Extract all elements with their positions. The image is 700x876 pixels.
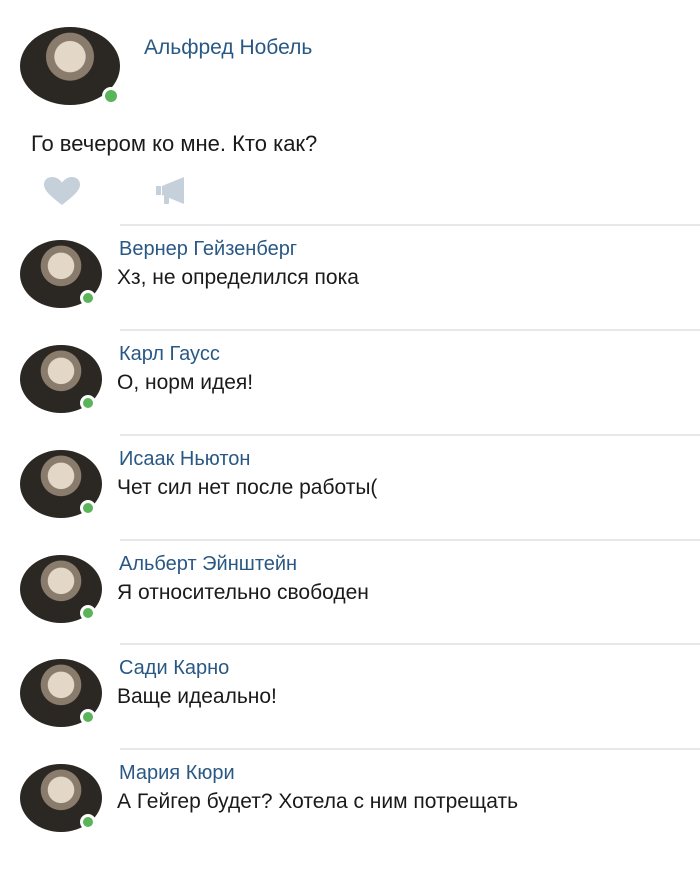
online-indicator (80, 814, 96, 830)
online-indicator (80, 605, 96, 621)
comment-author[interactable]: Карл Гаусс (119, 343, 220, 366)
comment-text: Чет сил нет после работы( (117, 476, 378, 499)
post: Альфред Нобель Го вечером ко мне. Кто ка… (0, 0, 700, 222)
online-indicator (80, 290, 96, 306)
online-indicator (102, 87, 120, 105)
comment-author[interactable]: Вернер Гейзенберг (119, 238, 297, 261)
comment-item: Карл Гаусс О, норм идея! (0, 331, 700, 431)
comment-item: Альберт Эйнштейн Я относительно свободен (0, 541, 700, 641)
comment-item: Сади Карно Ваще идеально! (0, 645, 700, 745)
comment-item: Исаак Ньютон Чет сил нет после работы( (0, 436, 700, 536)
post-author-avatar[interactable] (20, 27, 120, 105)
post-text: Го вечером ко мне. Кто как? (31, 131, 318, 156)
comment-text: А Гейгер будет? Хотела с ним потрещать (117, 790, 519, 813)
comment-text: Я относительно свободен (117, 581, 369, 604)
comment-item: Мария Кюри А Гейгер будет? Хотела с ним … (0, 750, 700, 850)
online-indicator (80, 709, 96, 725)
megaphone-icon[interactable] (150, 176, 192, 206)
comment-author[interactable]: Мария Кюри (119, 762, 235, 785)
comment-item: Вернер Гейзенберг Хз, не определился пок… (0, 226, 700, 326)
online-indicator (80, 395, 96, 411)
comment-text: Хз, не определился пока (117, 266, 359, 289)
post-author-name[interactable]: Альфред Нобель (144, 36, 312, 60)
online-indicator (80, 500, 96, 516)
comment-author[interactable]: Сади Карно (119, 657, 229, 680)
comment-text: О, норм идея! (117, 371, 254, 394)
comment-author[interactable]: Альберт Эйнштейн (119, 553, 297, 576)
heart-icon[interactable] (42, 176, 82, 206)
comment-text: Ваще идеально! (117, 685, 277, 708)
comment-author[interactable]: Исаак Ньютон (119, 448, 250, 471)
